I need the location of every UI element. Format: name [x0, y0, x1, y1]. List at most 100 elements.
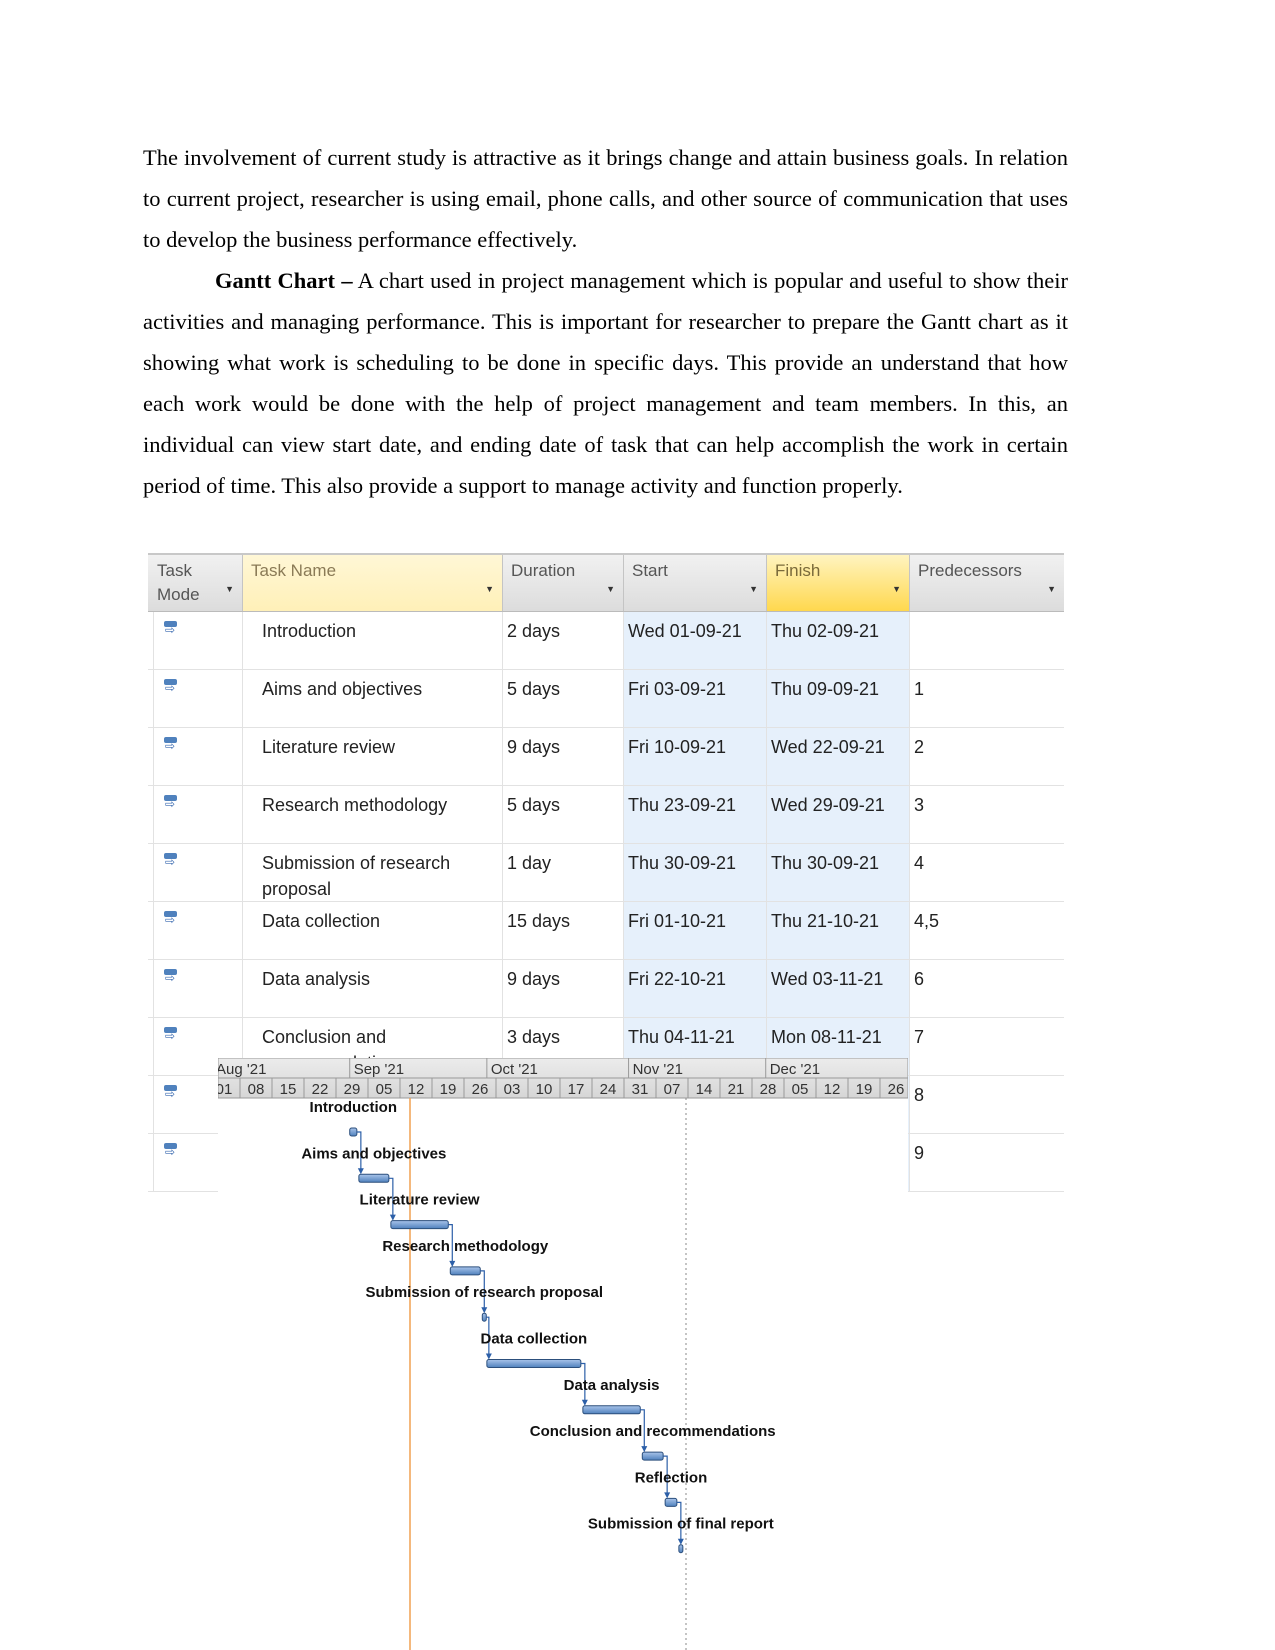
header-finish[interactable]: Finish ▼ — [767, 555, 910, 611]
dropdown-arrow-icon[interactable]: ▼ — [606, 577, 615, 601]
start-cell[interactable]: Fri 01-10-21 — [624, 902, 767, 959]
table-row[interactable]: Data collection15 daysFri 01-10-21Thu 21… — [148, 902, 1064, 960]
task-name-cell[interactable]: Data collection — [243, 902, 503, 959]
header-label: Predecessors — [918, 561, 1022, 580]
predecessors-cell[interactable]: 4,5 — [910, 902, 1064, 959]
task-name-cell[interactable]: Research methodology — [243, 786, 503, 843]
task-mode-cell[interactable] — [153, 902, 243, 959]
duration-cell[interactable]: 1 day — [503, 844, 624, 901]
table-row[interactable]: Aims and objectives5 daysFri 03-09-21Thu… — [148, 670, 1064, 728]
task-bar — [349, 1127, 358, 1137]
task-name-cell[interactable]: Data analysis — [243, 960, 503, 1017]
task-name-cell[interactable]: Introduction — [243, 612, 503, 669]
task-mode-cell[interactable] — [153, 670, 243, 727]
task-bar-label: Submission of final report — [588, 1516, 774, 1533]
week-label: 12 — [824, 1081, 841, 1098]
dropdown-arrow-icon[interactable]: ▼ — [749, 577, 758, 601]
finish-cell[interactable]: Thu 21-10-21 — [767, 902, 910, 959]
dropdown-arrow-icon[interactable]: ▼ — [485, 577, 494, 601]
week-label: 05 — [792, 1081, 809, 1098]
task-mode-cell[interactable] — [153, 612, 243, 669]
dependency-arrow-icon — [485, 1353, 492, 1360]
predecessors-cell[interactable]: 1 — [910, 670, 1064, 727]
start-cell[interactable]: Thu 23-09-21 — [624, 786, 767, 843]
finish-cell[interactable]: Wed 29-09-21 — [767, 786, 910, 843]
table-row[interactable]: Data analysis9 daysFri 22-10-21Wed 03-11… — [148, 960, 1064, 1018]
dropdown-arrow-icon[interactable]: ▼ — [1047, 577, 1056, 601]
dropdown-arrow-icon[interactable]: ▼ — [225, 577, 234, 601]
dependency-arrow-icon — [449, 1260, 456, 1267]
table-row[interactable]: Literature review9 daysFri 10-09-21Wed 2… — [148, 728, 1064, 786]
task-bar — [358, 1173, 390, 1183]
week-label: 14 — [696, 1081, 713, 1098]
task-mode-cell[interactable] — [153, 844, 243, 901]
week-label: 24 — [600, 1081, 617, 1098]
duration-cell[interactable]: 5 days — [503, 670, 624, 727]
week-label: 26 — [472, 1081, 489, 1098]
week-label: 31 — [632, 1081, 649, 1098]
duration-cell[interactable]: 5 days — [503, 786, 624, 843]
table-row[interactable]: Submission of research proposal1 dayThu … — [148, 844, 1064, 902]
duration-cell[interactable]: 9 days — [503, 728, 624, 785]
paragraph-communication: The involvement of current study is attr… — [143, 145, 1068, 252]
week-label: 17 — [568, 1081, 585, 1098]
task-bar — [390, 1220, 449, 1230]
task-name-cell[interactable]: Aims and objectives — [243, 670, 503, 727]
predecessors-cell[interactable]: 8 — [910, 1076, 1064, 1133]
finish-cell[interactable]: Thu 09-09-21 — [767, 670, 910, 727]
week-label: 26 — [888, 1081, 905, 1098]
table-row[interactable]: Introduction2 daysWed 01-09-21Thu 02-09-… — [148, 612, 1064, 670]
header-label: Start — [632, 561, 668, 580]
week-label: 19 — [440, 1081, 457, 1098]
predecessors-cell[interactable]: 7 — [910, 1018, 1064, 1075]
task-bar-label: Introduction — [310, 1099, 397, 1116]
gantt-chart-description: A chart used in project management which… — [143, 268, 1068, 498]
task-mode-cell[interactable] — [153, 786, 243, 843]
task-mode-cell[interactable] — [153, 960, 243, 1017]
dependency-arrow-icon — [664, 1492, 671, 1499]
month-label: Aug '21 — [218, 1061, 266, 1078]
predecessors-cell[interactable]: 3 — [910, 786, 1064, 843]
task-name-cell[interactable]: Literature review — [243, 728, 503, 785]
start-cell[interactable]: Fri 22-10-21 — [624, 960, 767, 1017]
predecessors-cell[interactable] — [910, 612, 1064, 669]
header-task-mode[interactable]: Task Mode ▼ — [148, 555, 243, 611]
auto-schedule-icon — [164, 969, 178, 985]
predecessors-cell[interactable]: 2 — [910, 728, 1064, 785]
header-duration[interactable]: Duration ▼ — [503, 555, 624, 611]
auto-schedule-icon — [164, 1085, 178, 1101]
duration-cell[interactable]: 15 days — [503, 902, 624, 959]
start-cell[interactable]: Wed 01-09-21 — [624, 612, 767, 669]
header-task-name[interactable]: Task Name ▼ — [243, 555, 503, 611]
finish-cell[interactable]: Wed 22-09-21 — [767, 728, 910, 785]
month-label: Oct '21 — [491, 1061, 538, 1078]
task-bar — [582, 1405, 641, 1415]
task-bar-label: Data collection — [481, 1331, 588, 1348]
gantt-chart: Aug '21 Sep '21 Oct '21 Nov '21 Dec '21 01 08 1… — [218, 1058, 908, 1650]
dependency-arrow-icon — [481, 1307, 488, 1314]
start-cell[interactable]: Fri 03-09-21 — [624, 670, 767, 727]
predecessors-cell[interactable]: 4 — [910, 844, 1064, 901]
week-label: 05 — [376, 1081, 393, 1098]
finish-cell[interactable]: Thu 30-09-21 — [767, 844, 910, 901]
start-cell[interactable]: Thu 30-09-21 — [624, 844, 767, 901]
predecessors-cell[interactable]: 6 — [910, 960, 1064, 1017]
task-name-cell[interactable]: Submission of research proposal — [243, 844, 503, 901]
table-row[interactable]: Research methodology5 daysThu 23-09-21We… — [148, 786, 1064, 844]
dropdown-arrow-icon[interactable]: ▼ — [892, 577, 901, 601]
duration-cell[interactable]: 9 days — [503, 960, 624, 1017]
start-cell[interactable]: Fri 10-09-21 — [624, 728, 767, 785]
header-predecessors[interactable]: Predecessors ▼ — [910, 555, 1064, 611]
predecessors-cell[interactable]: 9 — [910, 1134, 1064, 1191]
header-start[interactable]: Start ▼ — [624, 555, 767, 611]
week-label: 03 — [504, 1081, 521, 1098]
task-mode-cell[interactable] — [153, 728, 243, 785]
finish-cell[interactable]: Wed 03-11-21 — [767, 960, 910, 1017]
duration-cell[interactable]: 2 days — [503, 612, 624, 669]
task-bar — [481, 1312, 487, 1322]
header-label: Finish — [775, 561, 821, 580]
dependency-arrow-icon — [677, 1538, 684, 1545]
finish-cell[interactable]: Thu 02-09-21 — [767, 612, 910, 669]
week-label: 28 — [760, 1081, 777, 1098]
week-label: 08 — [248, 1081, 265, 1098]
